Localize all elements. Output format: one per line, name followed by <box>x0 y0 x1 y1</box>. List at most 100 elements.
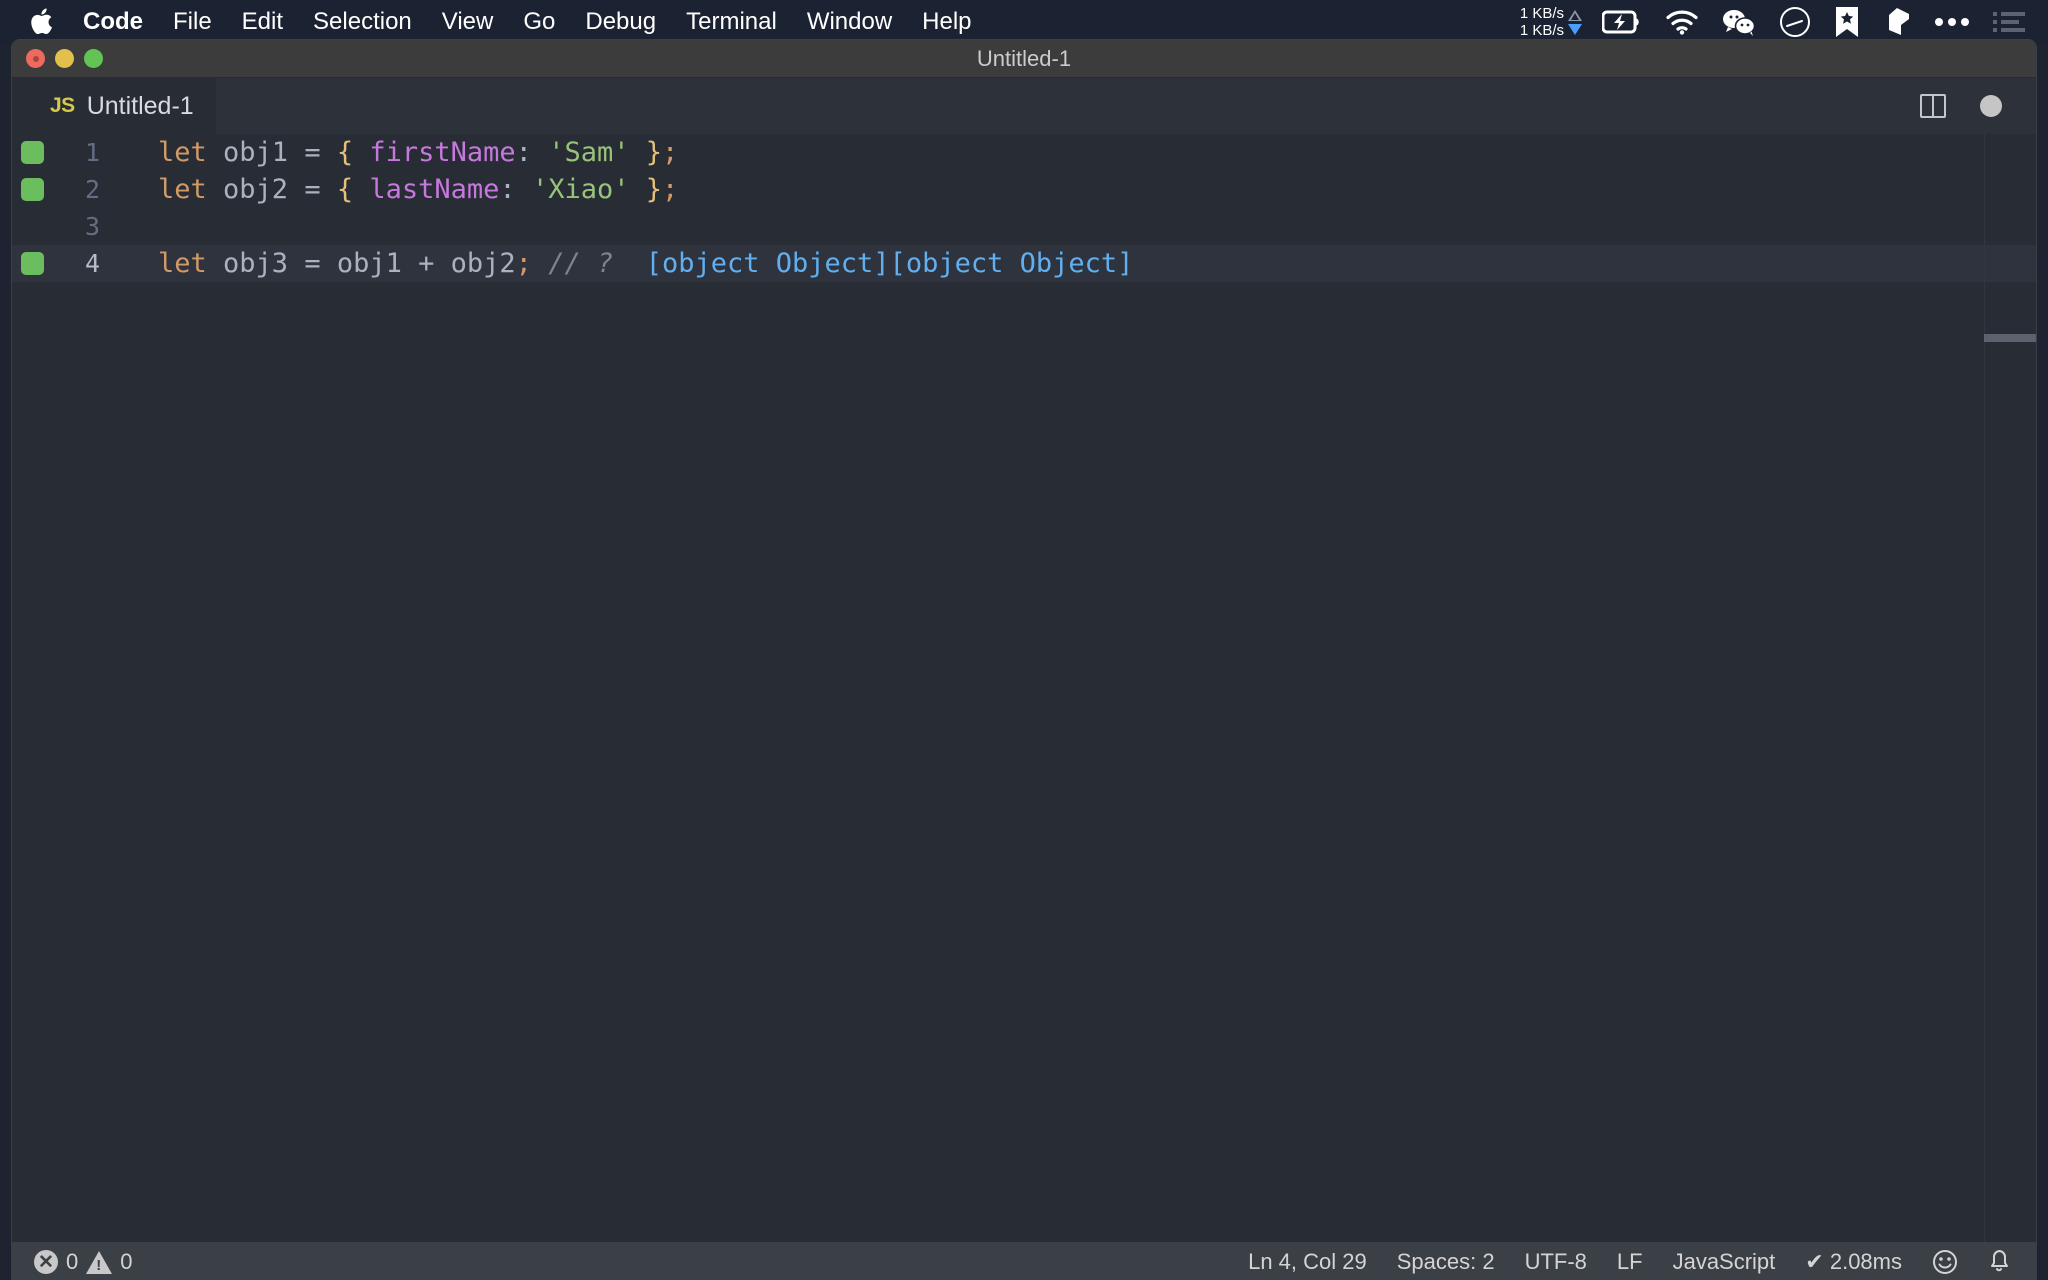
window-title-bar: Untitled-1 <box>12 40 2036 78</box>
menu-item-code[interactable]: Code <box>68 0 158 44</box>
line-content[interactable]: let obj3 = obj1 + obj2; // ? [object Obj… <box>104 248 1133 279</box>
menu-item-window[interactable]: Window <box>792 0 907 44</box>
editor-actions <box>1920 94 2036 118</box>
token-result: [object Object][object Object] <box>613 248 1133 279</box>
token-op: : <box>499 174 532 205</box>
minimize-button[interactable] <box>55 49 74 68</box>
vscode-window: Untitled-1 JS Untitled-1 1let obj1 = { f… <box>12 40 2036 1280</box>
upload-arrow-icon <box>1568 10 1582 21</box>
code-editor[interactable]: 1let obj1 = { firstName: 'Sam' };2let ob… <box>12 134 2036 1242</box>
macos-menu-bar: Code File Edit Selection View Go Debug T… <box>0 0 2048 44</box>
token-var: obj1 <box>337 248 418 279</box>
code-lines-container: 1let obj1 = { firstName: 'Sam' };2let ob… <box>12 134 2036 282</box>
quokka-runtime[interactable]: ✔ 2.08ms <box>1805 1249 1902 1275</box>
cube-icon[interactable] <box>1874 6 1920 38</box>
token-brace: } <box>646 174 662 205</box>
token-op <box>629 174 645 205</box>
token-op: = <box>304 137 337 168</box>
menu-item-file[interactable]: File <box>158 0 227 44</box>
language-mode[interactable]: JavaScript <box>1673 1249 1776 1275</box>
smiley-icon[interactable] <box>1932 1249 1958 1275</box>
token-op: = <box>304 174 337 205</box>
coverage-gutter <box>12 141 52 164</box>
menu-item-help[interactable]: Help <box>907 0 986 44</box>
code-line[interactable]: 4let obj3 = obj1 + obj2; // ? [object Ob… <box>12 245 2036 282</box>
token-var: obj3 <box>207 248 305 279</box>
unsaved-dot-icon[interactable] <box>1980 95 2002 117</box>
indentation-setting[interactable]: Spaces: 2 <box>1397 1249 1495 1275</box>
problems-indicator[interactable]: ✕ 0 0 <box>34 1249 133 1275</box>
token-prop: firstName <box>353 137 516 168</box>
gauge-circle-icon[interactable] <box>1770 6 1820 38</box>
maximize-button[interactable] <box>84 49 103 68</box>
warning-count: 0 <box>120 1249 132 1275</box>
token-var: obj2 <box>451 248 516 279</box>
token-var: obj2 <box>207 174 305 205</box>
code-line[interactable]: 2let obj2 = { lastName: 'Xiao' }; <box>12 171 2036 208</box>
status-bar: ✕ 0 0 Ln 4, Col 29 Spaces: 2 UTF-8 LF Ja… <box>12 1242 2036 1280</box>
tab-label: Untitled-1 <box>87 92 194 121</box>
error-count: 0 <box>66 1249 78 1275</box>
token-brace: } <box>646 137 662 168</box>
network-speed-indicator[interactable]: 1 KB/s 1 KB/s <box>1520 5 1582 39</box>
token-punc: ; <box>662 137 678 168</box>
wechat-icon[interactable] <box>1713 8 1765 36</box>
token-kw: let <box>158 137 207 168</box>
line-content[interactable]: let obj2 = { lastName: 'Xiao' }; <box>104 174 678 205</box>
line-number: 3 <box>52 212 104 241</box>
menu-bar-status-tray: 1 KB/s 1 KB/s <box>1520 0 2048 44</box>
token-op: : <box>516 137 549 168</box>
battery-charging-icon[interactable] <box>1593 9 1651 35</box>
token-str: 'Xiao' <box>532 174 630 205</box>
line-content[interactable]: let obj1 = { firstName: 'Sam' }; <box>104 137 678 168</box>
token-brace: { <box>337 137 353 168</box>
menu-item-terminal[interactable]: Terminal <box>671 0 792 44</box>
menu-item-selection[interactable]: Selection <box>298 0 427 44</box>
token-op: = <box>304 248 337 279</box>
status-bar-right: Ln 4, Col 29 Spaces: 2 UTF-8 LF JavaScri… <box>1248 1249 2036 1275</box>
token-brace: { <box>337 174 353 205</box>
cursor-position[interactable]: Ln 4, Col 29 <box>1248 1249 1367 1275</box>
list-menu-icon[interactable] <box>1984 10 2034 34</box>
line-number: 2 <box>52 175 104 204</box>
encoding-setting[interactable]: UTF-8 <box>1525 1249 1587 1275</box>
menu-item-debug[interactable]: Debug <box>570 0 671 44</box>
bell-icon[interactable] <box>1988 1249 2010 1275</box>
menu-bar-left-group: Code File Edit Selection View Go Debug T… <box>0 0 987 44</box>
warning-icon <box>86 1251 112 1274</box>
menu-item-view[interactable]: View <box>427 0 509 44</box>
javascript-file-icon: JS <box>50 94 75 118</box>
token-op <box>629 137 645 168</box>
token-kw: let <box>158 248 207 279</box>
coverage-marker-icon <box>21 252 44 275</box>
coverage-gutter <box>12 252 52 275</box>
code-line[interactable]: 1let obj1 = { firstName: 'Sam' }; <box>12 134 2036 171</box>
status-bar-left: ✕ 0 0 <box>34 1249 133 1275</box>
upload-speed-label: 1 KB/s <box>1520 5 1564 22</box>
menu-item-edit[interactable]: Edit <box>227 0 298 44</box>
ellipsis-icon[interactable] <box>1925 16 1979 28</box>
line-number: 4 <box>52 249 104 278</box>
split-editor-icon[interactable] <box>1920 94 1946 118</box>
download-arrow-icon <box>1568 24 1582 35</box>
wifi-icon[interactable] <box>1656 9 1708 35</box>
scrollbar-thumb[interactable] <box>1984 334 2036 342</box>
tab-untitled-1[interactable]: JS Untitled-1 <box>12 78 216 134</box>
bookmark-star-icon[interactable] <box>1825 6 1869 38</box>
coverage-gutter <box>12 178 52 201</box>
coverage-marker-icon <box>21 141 44 164</box>
token-comment: // ? <box>532 248 613 279</box>
token-punc: ; <box>662 174 678 205</box>
network-arrows <box>1568 10 1582 35</box>
token-kw: let <box>158 174 207 205</box>
coverage-marker-icon <box>21 178 44 201</box>
code-line[interactable]: 3 <box>12 208 2036 245</box>
token-prop: lastName <box>353 174 499 205</box>
editor-scrollbar[interactable] <box>1984 134 2036 1242</box>
menu-item-go[interactable]: Go <box>508 0 570 44</box>
eol-setting[interactable]: LF <box>1617 1249 1643 1275</box>
close-button[interactable] <box>26 49 45 68</box>
apple-logo-icon[interactable] <box>18 8 64 37</box>
token-punc: ; <box>516 248 532 279</box>
line-number: 1 <box>52 138 104 167</box>
